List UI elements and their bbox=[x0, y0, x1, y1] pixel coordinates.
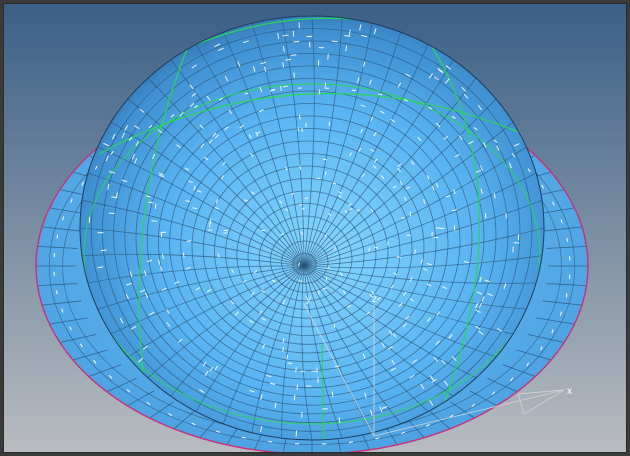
mesh-scene[interactable]: x y z bbox=[4, 4, 627, 453]
triad-z-label: z bbox=[372, 294, 377, 305]
triad-x-label: x bbox=[567, 386, 572, 397]
triad-y-label: y bbox=[306, 294, 311, 305]
graphics-viewport[interactable]: x y z bbox=[3, 3, 627, 453]
